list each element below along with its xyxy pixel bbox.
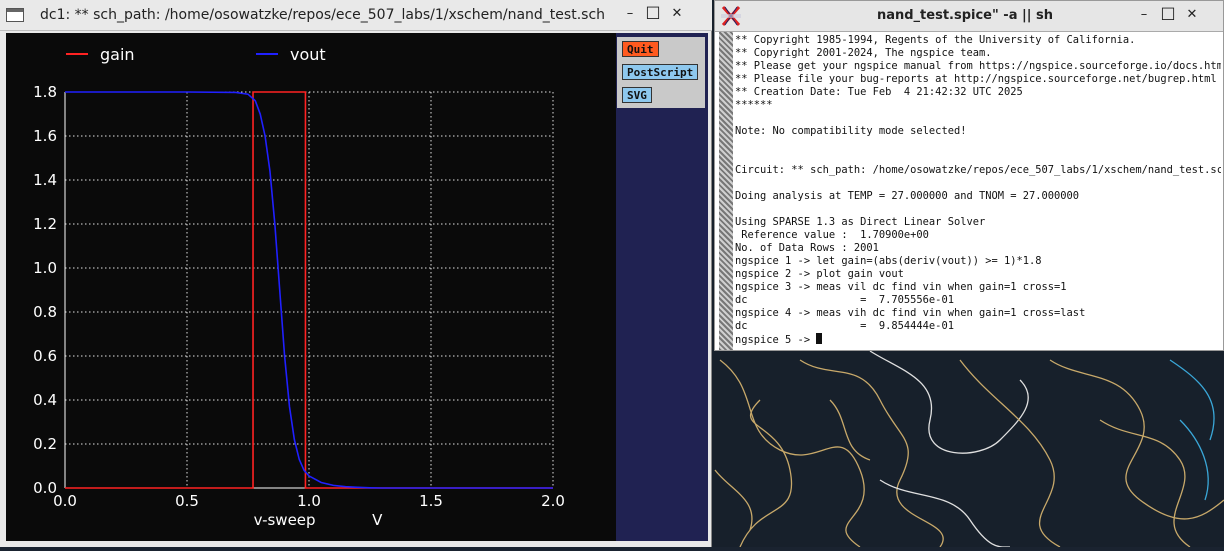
terminal-title: nand_test.spice" -a || sh [876,8,1054,23]
x-axis-unit: V [372,511,383,529]
maximize-icon[interactable]: □ [1159,4,1177,22]
quit-button[interactable]: Quit [622,41,659,57]
terminal-line: ** Copyright 1985-1994, Regents of the U… [735,34,1136,46]
terminal-line: ** Please get your ngspice manual from h… [735,60,1221,72]
postscript-button[interactable]: PostScript [622,64,699,80]
y-tick-label: 1.2 [33,215,57,233]
close-icon[interactable]: ✕ [1183,6,1201,24]
plot-window: dc1: ** sch_path: /home/osowatzke/repos/… [0,0,712,547]
minimize-icon[interactable]: – [621,5,639,23]
button-panel: Quit PostScript SVG [617,37,705,108]
terminal-line: ** Copyright 2001-2024, The ngspice team… [735,47,992,59]
terminal-cursor [816,333,823,344]
terminal-body[interactable]: ** Copyright 1985-1994, Regents of the U… [715,32,1223,350]
terminal-line: ngspice 1 -> let gain=(abs(deriv(vout)) … [735,255,1042,267]
terminal-line: ngspice 2 -> plot gain vout [735,268,904,280]
x-tick-label: 1.0 [297,492,321,510]
y-tick-label: 0.4 [33,391,57,409]
terminal-line: Using SPARSE 1.3 as Direct Linear Solver [735,216,986,228]
terminal-line: Circuit: ** sch_path: /home/osowatzke/re… [735,164,1221,176]
plot-area: 0.0 0.5 1.0 1.5 2.0 0.0 0.2 0.4 0.6 0.8 1.0 1.2 1.4 1… [6,33,708,541]
x-tick-label: 1.5 [419,492,443,510]
terminal-line: ngspice 3 -> meas vil dc find vin when g… [735,281,1067,293]
terminal-prompt: ngspice 5 -> [735,334,817,346]
terminal-line: ** Creation Date: Tue Feb 4 21:42:32 UTC… [735,86,1023,98]
side-panel [616,33,708,541]
terminal-line: Reference value : 1.70900e+00 [735,229,929,241]
terminal-titlebar[interactable]: nand_test.spice" -a || sh – □ ✕ [715,1,1223,32]
svg-button[interactable]: SVG [622,87,652,103]
terminal-prompt-line[interactable]: ngspice 5 -> [735,333,1221,347]
xterm-icon[interactable] [720,5,742,27]
terminal-line: ngspice 4 -> meas vih dc find vin when g… [735,307,1086,319]
terminal-line: Note: No compatibility mode selected! [735,125,967,137]
y-tick-label: 1.6 [33,127,57,145]
terminal-window: nand_test.spice" -a || sh – □ ✕ ** Copyr… [714,0,1224,351]
terminal-scrollbar[interactable] [719,32,733,350]
legend-label-vout: vout [290,45,326,64]
waveform-chart[interactable]: 0.0 0.5 1.0 1.5 2.00.00.20.40.60.81.01.21.41… [6,33,616,541]
terminal-line: ** Please file your bug-reports at http:… [735,73,1217,85]
y-tick-label: 1.8 [33,83,57,101]
terminal-output: ** Copyright 1985-1994, Regents of the U… [735,34,1221,347]
y-tick-label: 0.8 [33,303,57,321]
terminal-line: No. of Data Rows : 2001 [735,242,879,254]
maximize-icon[interactable]: □ [644,3,662,21]
y-tick-label: 0.6 [33,347,57,365]
x-tick-label: 0.5 [175,492,199,510]
y-tick-label: 1.0 [33,259,57,277]
y-tick-label: 0.0 [33,479,57,497]
y-tick-label: 1.4 [33,171,57,189]
terminal-line: dc = 9.854444e-01 [735,320,954,332]
legend-label-gain: gain [100,45,135,64]
terminal-line: ****** [735,99,773,111]
terminal-line: dc = 7.705556e-01 [735,294,954,306]
minimize-icon[interactable]: – [1135,6,1153,24]
y-tick-label: 0.2 [33,435,57,453]
close-icon[interactable]: ✕ [668,5,686,23]
window-icon[interactable] [6,8,24,22]
x-tick-label: 2.0 [541,492,565,510]
plot-window-titlebar[interactable]: dc1: ** sch_path: /home/osowatzke/repos/… [0,0,712,31]
plot-window-title: dc1: ** sch_path: /home/osowatzke/repos/… [40,7,606,23]
x-axis-label: v-sweep [254,511,316,529]
terminal-line: Doing analysis at TEMP = 27.000000 and T… [735,190,1080,202]
